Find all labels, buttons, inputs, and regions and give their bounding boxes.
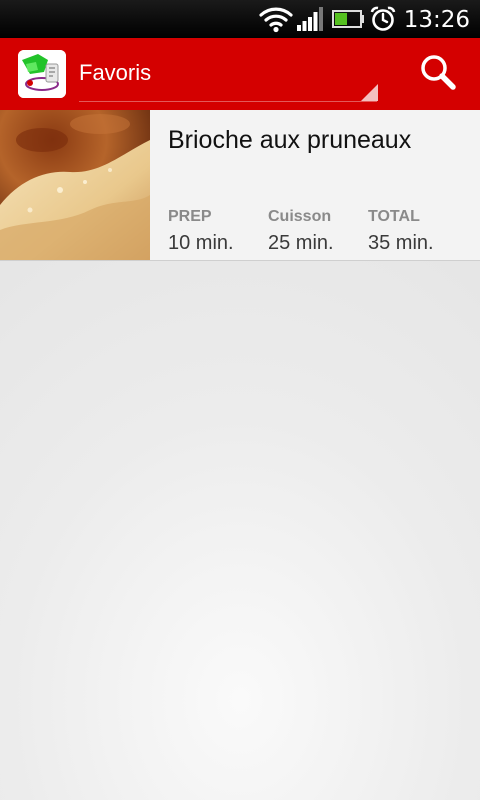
action-bar: Favoris — [0, 38, 480, 110]
total-time: TOTAL 35 min. — [368, 208, 434, 255]
cook-time: Cuisson 25 min. — [268, 208, 334, 255]
prep-label: PREP — [168, 208, 212, 225]
prep-value: 10 min. — [168, 232, 234, 254]
wifi-icon — [258, 0, 294, 38]
battery-icon — [331, 0, 365, 38]
cook-label: Cuisson — [268, 208, 332, 225]
status-bar: 13:26 — [0, 0, 480, 38]
spinner-underline — [79, 101, 377, 102]
prep-time: PREP 10 min. — [168, 208, 234, 255]
title-spinner[interactable]: Favoris — [79, 38, 379, 110]
recipe-title: Brioche aux pruneaux — [168, 126, 412, 154]
spinner-arrow-icon — [361, 84, 378, 101]
total-label: TOTAL — [368, 208, 420, 225]
recipe-thumbnail — [0, 110, 150, 260]
search-button[interactable] — [410, 50, 466, 98]
page-title: Favoris — [79, 60, 152, 85]
signal-icon — [296, 0, 324, 38]
app-logo[interactable] — [18, 50, 66, 98]
search-icon — [419, 53, 457, 96]
total-value: 35 min. — [368, 232, 434, 254]
alarm-icon — [368, 0, 398, 38]
list-item[interactable]: Brioche aux pruneaux PREP 10 min. Cuisso… — [0, 110, 480, 261]
status-clock: 13:26 — [403, 7, 470, 33]
recipe-list: Brioche aux pruneaux PREP 10 min. Cuisso… — [0, 110, 480, 261]
cook-value: 25 min. — [268, 232, 334, 254]
